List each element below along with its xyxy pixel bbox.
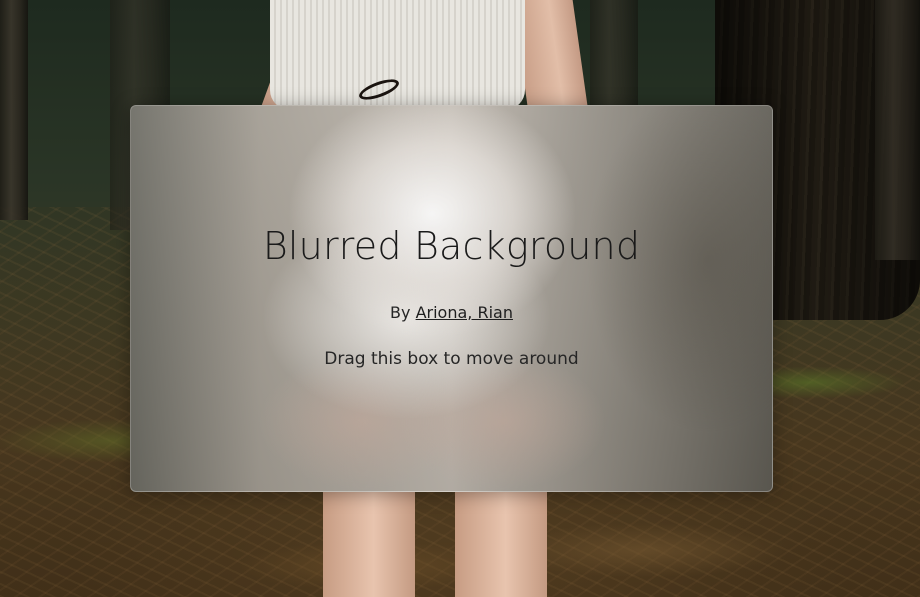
drag-instructions: Drag this box to move around [324,349,579,369]
person-right-leg [455,480,547,597]
person-left-leg [323,480,415,597]
forest-background-photo: Blurred Background By Ariona, Rian Drag … [0,0,920,597]
card-byline: By Ariona, Rian [131,303,772,322]
card-title: Blurred Background [262,224,641,268]
tree-trunk [590,0,638,120]
byline-prefix: By [390,303,411,322]
tree-trunk [0,0,28,220]
tree-trunk [875,0,920,260]
person-white-dress [270,0,525,110]
draggable-blur-box[interactable]: Blurred Background By Ariona, Rian Drag … [130,105,773,492]
author-link[interactable]: Ariona, Rian [416,303,513,322]
